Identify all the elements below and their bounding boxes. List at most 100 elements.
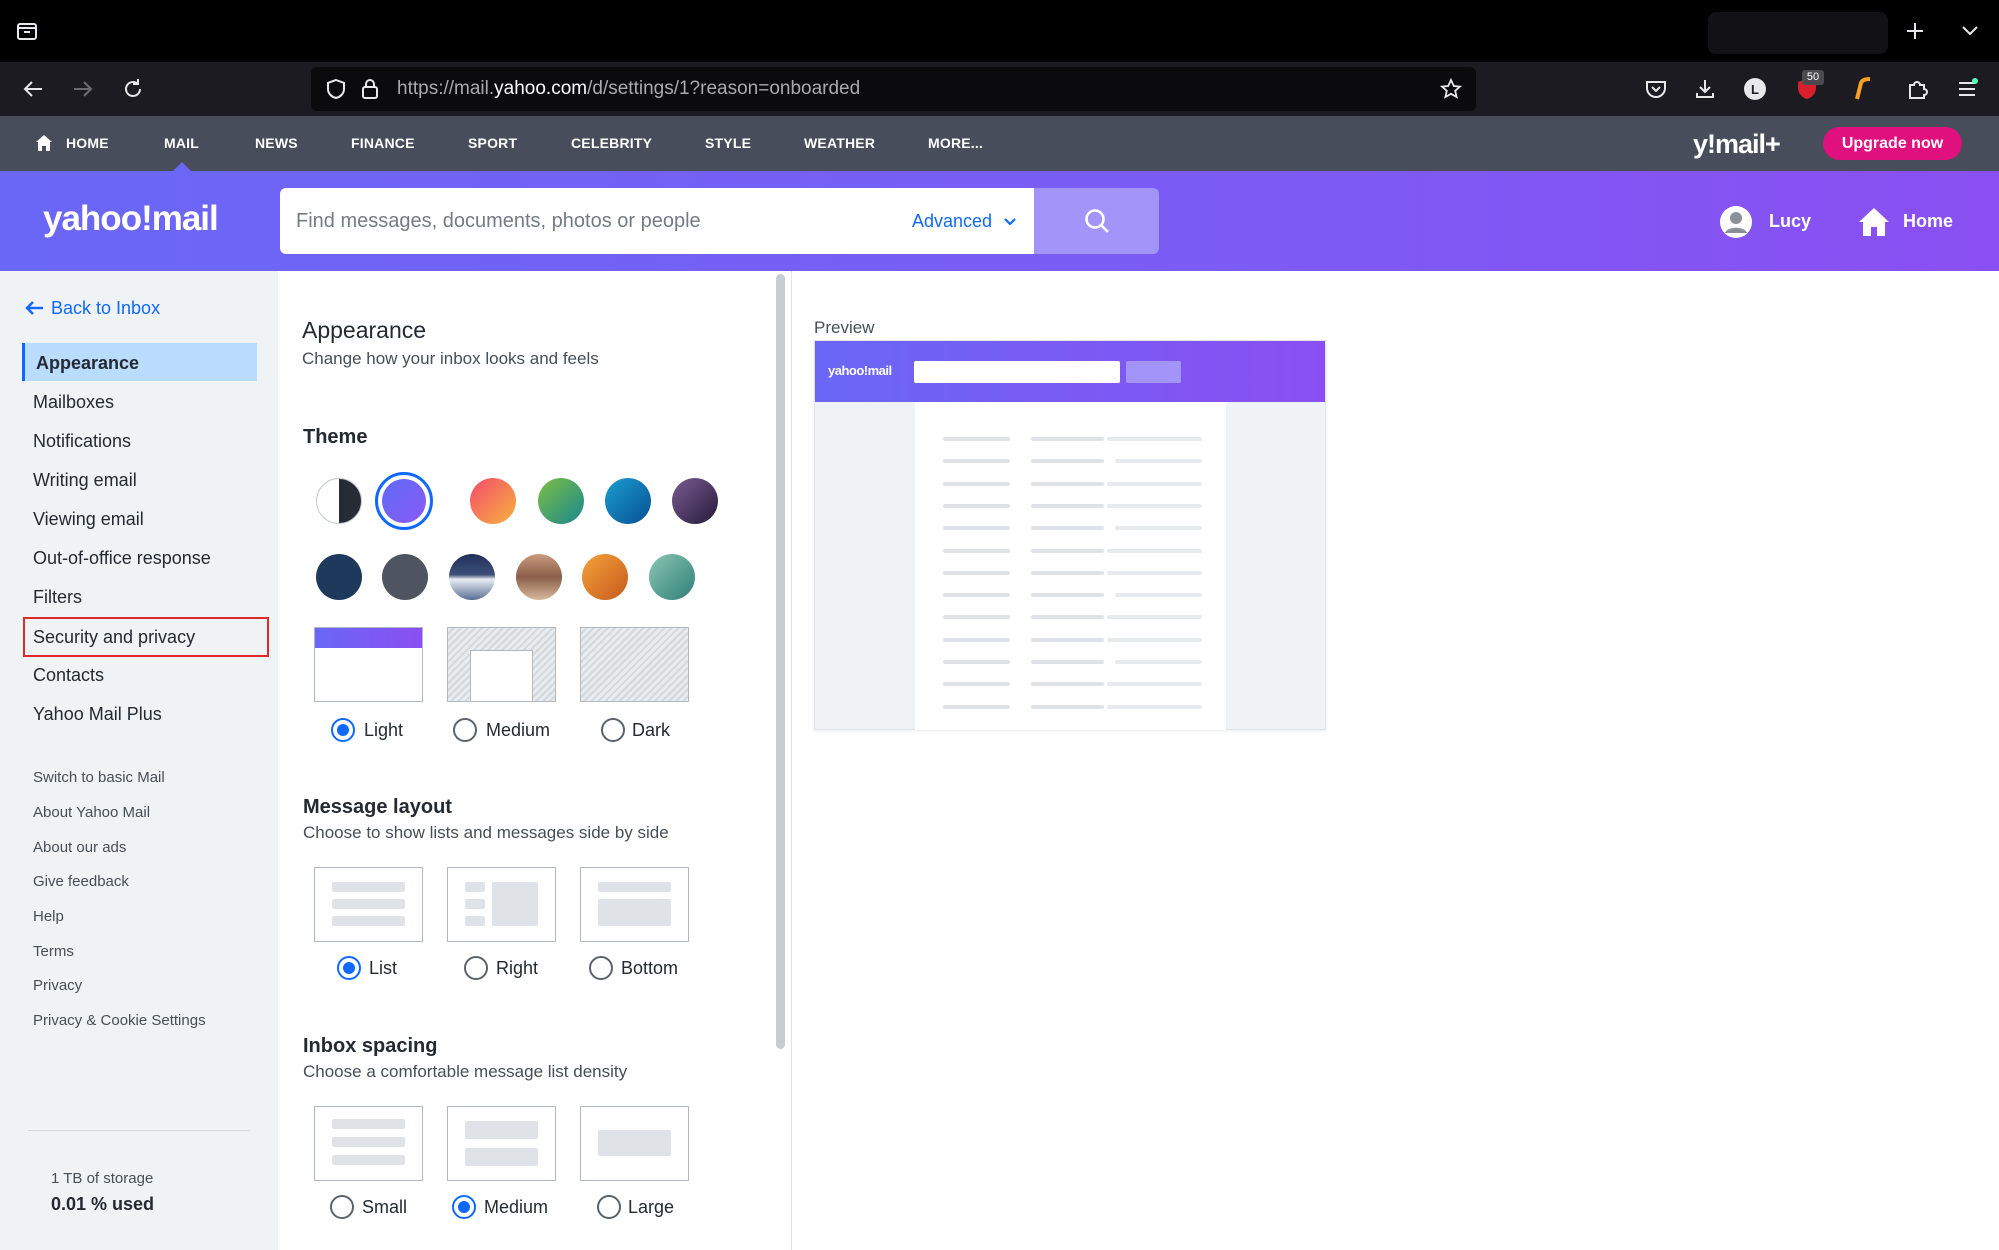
sidebar-divider bbox=[28, 1130, 250, 1131]
spacing-large-thumbnail[interactable] bbox=[580, 1106, 689, 1181]
layout-bottom-thumbnail[interactable] bbox=[580, 867, 689, 942]
home-header-icon[interactable] bbox=[1857, 205, 1891, 239]
theme-mode-light-radio[interactable] bbox=[331, 718, 355, 742]
spacing-medium-thumbnail[interactable] bbox=[447, 1106, 556, 1181]
preview-search-bar bbox=[914, 361, 1120, 383]
lock-icon[interactable] bbox=[357, 76, 383, 102]
theme-mode-medium-thumbnail[interactable] bbox=[447, 627, 556, 702]
user-avatar-icon[interactable] bbox=[1719, 205, 1753, 239]
sidebar-item-writing-email[interactable]: Writing email bbox=[33, 470, 137, 491]
nav-weather[interactable]: WEATHER bbox=[804, 116, 875, 171]
orange-extension-icon[interactable] bbox=[1848, 74, 1878, 104]
theme-swatch-desert-photo[interactable] bbox=[516, 554, 562, 600]
link-privacy-cookie-settings[interactable]: Privacy & Cookie Settings bbox=[33, 1012, 206, 1029]
nav-celebrity[interactable]: CELEBRITY bbox=[571, 116, 652, 171]
nav-news[interactable]: NEWS bbox=[255, 116, 298, 171]
yahoo-mail-logo[interactable]: yahoo!mail bbox=[43, 199, 219, 239]
link-help[interactable]: Help bbox=[33, 908, 64, 925]
theme-swatch-ocean[interactable] bbox=[605, 478, 651, 524]
active-tab[interactable] bbox=[1708, 12, 1888, 54]
nav-more[interactable]: MORE... bbox=[928, 116, 983, 171]
sidebar-item-viewing-email[interactable]: Viewing email bbox=[33, 509, 144, 530]
sidebar-item-appearance[interactable]: Appearance bbox=[22, 343, 257, 381]
sidebar-item-notifications[interactable]: Notifications bbox=[33, 431, 131, 452]
sidebar-item-contacts[interactable]: Contacts bbox=[33, 665, 104, 686]
theme-swatch-navy[interactable] bbox=[316, 554, 362, 600]
link-about-our-ads[interactable]: About our ads bbox=[33, 839, 126, 856]
bookmark-star-icon[interactable] bbox=[1438, 76, 1464, 102]
preview-list-line bbox=[1031, 637, 1104, 642]
extensions-puzzle-icon[interactable] bbox=[1902, 74, 1932, 104]
tracking-shield-icon[interactable] bbox=[323, 76, 349, 102]
download-icon[interactable] bbox=[1690, 74, 1720, 104]
link-terms[interactable]: Terms bbox=[33, 943, 74, 960]
link-give-feedback[interactable]: Give feedback bbox=[33, 873, 129, 890]
layout-list-thumbnail[interactable] bbox=[314, 867, 423, 942]
layout-bottom-radio[interactable] bbox=[589, 956, 613, 980]
preview-list-line bbox=[1115, 660, 1202, 664]
ymail-plus-logo[interactable]: y!mail+ bbox=[1693, 124, 1781, 164]
tab-overview-icon[interactable] bbox=[12, 16, 42, 46]
link-privacy[interactable]: Privacy bbox=[33, 977, 82, 994]
sidebar-item-filters[interactable]: Filters bbox=[33, 587, 82, 608]
sidebar-item-out-of-office[interactable]: Out-of-office response bbox=[33, 548, 211, 569]
search-input[interactable] bbox=[296, 188, 856, 254]
address-bar[interactable]: https://mail.yahoo.com/d/settings/1?reas… bbox=[311, 67, 1476, 111]
inbox-spacing-subtitle: Choose a comfortable message list densit… bbox=[303, 1062, 628, 1081]
layout-right-thumbnail[interactable] bbox=[447, 867, 556, 942]
preview-list-line bbox=[1115, 526, 1202, 531]
theme-swatch-teal-photo[interactable] bbox=[649, 554, 695, 600]
svg-text:L: L bbox=[1751, 82, 1759, 97]
pocket-icon[interactable] bbox=[1641, 74, 1671, 104]
home-icon[interactable] bbox=[33, 132, 55, 154]
theme-swatch-plum[interactable] bbox=[672, 478, 718, 524]
theme-mode-dark-radio[interactable] bbox=[601, 718, 625, 742]
reload-icon[interactable] bbox=[118, 74, 148, 104]
forward-arrow-icon[interactable] bbox=[68, 74, 98, 104]
settings-scrollbar-thumb[interactable] bbox=[776, 274, 785, 1049]
preview-search-button bbox=[1126, 361, 1181, 383]
theme-swatch-green[interactable] bbox=[538, 478, 584, 524]
theme-swatch-contrast[interactable] bbox=[316, 478, 362, 524]
spacing-small-radio[interactable] bbox=[330, 1195, 354, 1219]
theme-swatch-sunset[interactable] bbox=[470, 478, 516, 524]
menu-hamburger-icon[interactable] bbox=[1952, 74, 1982, 104]
nav-finance[interactable]: FINANCE bbox=[351, 116, 415, 171]
back-arrow-icon[interactable] bbox=[18, 74, 48, 104]
home-link-label[interactable]: Home bbox=[1903, 211, 1953, 232]
sidebar-item-yahoo-mail-plus[interactable]: Yahoo Mail Plus bbox=[33, 704, 162, 725]
account-extension-icon[interactable]: L bbox=[1740, 74, 1770, 104]
theme-swatch-slate[interactable] bbox=[382, 554, 428, 600]
inbox-spacing-heading: Inbox spacing bbox=[303, 1035, 438, 1057]
theme-swatch-orange-photo[interactable] bbox=[582, 554, 628, 600]
spacing-small-thumbnail[interactable] bbox=[314, 1106, 423, 1181]
tab-list-chevron-down-icon[interactable] bbox=[1955, 16, 1985, 46]
theme-mode-light-thumbnail[interactable] bbox=[314, 627, 423, 702]
nav-style[interactable]: STYLE bbox=[705, 116, 751, 171]
user-name[interactable]: Lucy bbox=[1769, 211, 1811, 232]
back-to-inbox-link[interactable]: Back to Inbox bbox=[25, 298, 160, 322]
preview-list-line bbox=[1031, 548, 1104, 553]
layout-list-radio[interactable] bbox=[337, 956, 361, 980]
link-switch-basic-mail[interactable]: Switch to basic Mail bbox=[33, 769, 165, 786]
theme-mode-medium-radio[interactable] bbox=[453, 718, 477, 742]
new-tab-icon[interactable] bbox=[1900, 16, 1930, 46]
link-about-yahoo-mail[interactable]: About Yahoo Mail bbox=[33, 804, 150, 821]
sidebar-item-security-and-privacy[interactable]: Security and privacy bbox=[23, 617, 269, 657]
back-to-inbox-label: Back to Inbox bbox=[51, 298, 161, 318]
theme-mode-dark-thumbnail[interactable] bbox=[580, 627, 689, 702]
nav-home[interactable]: HOME bbox=[66, 116, 109, 171]
search-button[interactable] bbox=[1034, 188, 1159, 254]
spacing-medium-radio[interactable] bbox=[452, 1195, 476, 1219]
upgrade-now-button[interactable]: Upgrade now bbox=[1823, 127, 1962, 160]
url-text[interactable]: https://mail.yahoo.com/d/settings/1?reas… bbox=[397, 67, 860, 111]
preview-list-line bbox=[943, 682, 1010, 687]
nav-sport[interactable]: SPORT bbox=[468, 116, 517, 171]
layout-right-radio[interactable] bbox=[464, 956, 488, 980]
chevron-down-icon bbox=[1004, 218, 1016, 226]
spacing-large-radio[interactable] bbox=[597, 1195, 621, 1219]
sidebar-item-mailboxes[interactable]: Mailboxes bbox=[33, 392, 114, 413]
advanced-search-toggle[interactable]: Advanced bbox=[912, 188, 1017, 254]
theme-swatch-mountain-photo[interactable] bbox=[449, 554, 495, 600]
theme-swatch-purple-selected[interactable] bbox=[375, 472, 433, 530]
